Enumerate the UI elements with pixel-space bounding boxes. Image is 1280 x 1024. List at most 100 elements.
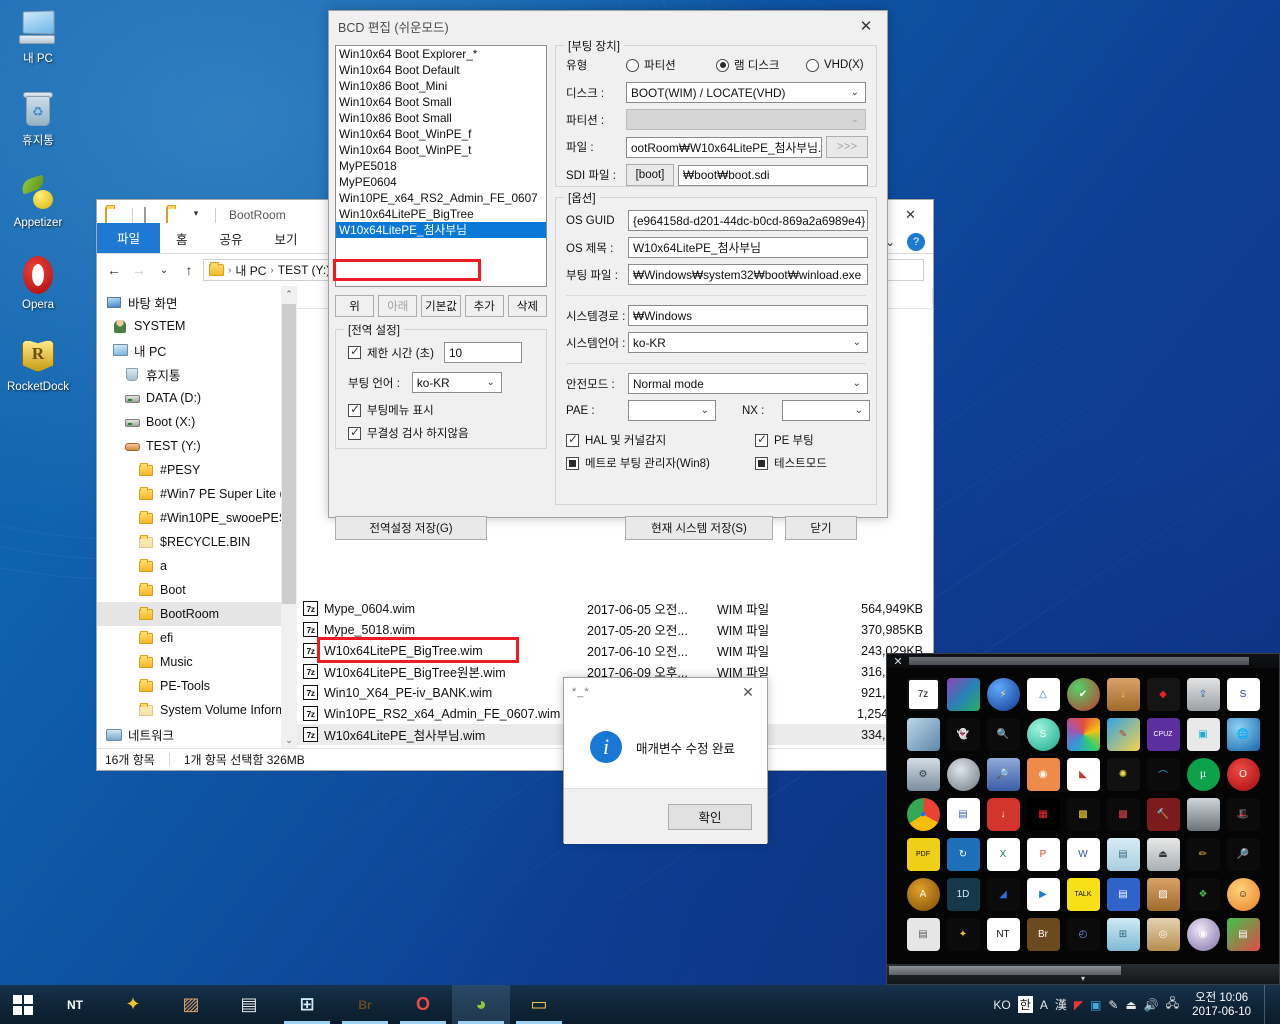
- drive-backup-icon[interactable]: ⇪: [1186, 677, 1220, 711]
- monitor-icon[interactable]: ▣: [1186, 717, 1220, 751]
- desktop-icon-opera[interactable]: Opera: [0, 254, 76, 312]
- sdi-file-input[interactable]: ₩boot₩boot.sdi: [678, 164, 868, 186]
- boot-entry-item[interactable]: Win10x64 Boot Small: [336, 94, 546, 110]
- safe-mode-select[interactable]: Normal mode ⌄: [628, 373, 868, 394]
- s-tool-icon[interactable]: S: [1226, 677, 1260, 711]
- word-icon[interactable]: W: [1066, 837, 1100, 871]
- spreadsheet-list-icon[interactable]: ▤: [946, 797, 980, 831]
- floppy-icon[interactable]: ▤: [906, 917, 940, 951]
- taskbar-magic-wand[interactable]: ✦: [104, 985, 162, 1024]
- breadcrumb-item-my-pc[interactable]: 내 PC: [235, 262, 266, 279]
- yellow-blocks-icon[interactable]: ▩: [1066, 797, 1100, 831]
- boot-entry-item[interactable]: MyPE5018: [336, 158, 546, 174]
- start-button[interactable]: [0, 985, 46, 1024]
- close-icon[interactable]: ✕: [845, 11, 887, 41]
- disk-select[interactable]: BOOT(WIM) / LOCATE(VHD) ⌄: [626, 82, 866, 103]
- taskbar-winntsetup[interactable]: ⊞: [278, 985, 336, 1024]
- tree-item[interactable]: SYSTEM: [97, 314, 297, 338]
- usb-safely-remove-icon[interactable]: ⏏: [1146, 837, 1180, 871]
- play-icon[interactable]: ▶: [1026, 877, 1060, 911]
- pdf-icon[interactable]: PDF: [906, 837, 940, 871]
- desktop-icon-rocketdock[interactable]: R RocketDock: [0, 336, 76, 394]
- dock-title-bar[interactable]: ✕: [887, 654, 1279, 668]
- aladin-icon[interactable]: ↻: [946, 837, 980, 871]
- explorer-window-buttons[interactable]: ✕: [888, 200, 933, 230]
- tree-item[interactable]: DATA (D:): [97, 386, 297, 410]
- recent-locations-button[interactable]: ⌄: [153, 259, 175, 281]
- up-button[interactable]: ↑: [178, 259, 200, 281]
- boot-entry-item[interactable]: Win10x64 Boot Explorer_*: [336, 46, 546, 62]
- download-icon[interactable]: ↓: [986, 797, 1020, 831]
- bcd-title-bar[interactable]: BCD 편집 (쉬운모드) ✕: [329, 11, 887, 41]
- penrose-icon[interactable]: △: [1026, 677, 1060, 711]
- delete-entry-button[interactable]: 삭제: [507, 295, 548, 317]
- test-mode-checkbox[interactable]: [755, 456, 768, 470]
- back-button[interactable]: ←: [103, 259, 125, 281]
- swoosh-icon[interactable]: ⌒: [1146, 757, 1180, 791]
- opera-icon[interactable]: O: [1226, 757, 1260, 791]
- system-path-input[interactable]: ₩Windows: [628, 305, 868, 326]
- tray-color-monitor[interactable]: ▣: [1090, 998, 1101, 1012]
- help-icon[interactable]: ?: [907, 233, 925, 251]
- save-global-button[interactable]: 전역설정 저장(G): [335, 516, 487, 540]
- globe-monitor-icon[interactable]: 🌐: [1226, 717, 1260, 751]
- tray-network[interactable]: 🖧: [1166, 994, 1179, 1015]
- no-integrity-checks-checkbox[interactable]: [348, 425, 361, 440]
- table-row[interactable]: 7z Mype_0604.wim 2017-06-05 오전... WIM 파일 564…: [297, 598, 933, 619]
- desktop-icon-recycle-bin[interactable]: ♻ 휴지통: [0, 90, 76, 148]
- nx-select[interactable]: ⌄: [782, 400, 870, 421]
- tree-item[interactable]: 바탕 화면: [97, 290, 297, 314]
- scrollbar-thumb[interactable]: [282, 304, 296, 604]
- system-language-select[interactable]: ko-KR ⌄: [628, 332, 868, 353]
- os-title-input[interactable]: W10x64LitePE_첨사부님: [628, 237, 868, 258]
- message-box-dialog[interactable]: *_* ✕ i 매개변수 수정 완료 확인: [563, 677, 768, 844]
- timeout-checkbox[interactable]: [348, 344, 361, 359]
- taskbar-appetizer[interactable]: ◕: [452, 985, 510, 1024]
- close-icon[interactable]: ✕: [888, 200, 933, 230]
- desktop[interactable]: 내 PC ♻ 휴지통 Appetizer Opera R RocketDock: [0, 0, 1280, 1024]
- tray-usb-eject[interactable]: ⏏: [1125, 998, 1136, 1012]
- red-diamond-icon[interactable]: ◆: [1146, 677, 1180, 711]
- boot-file-input[interactable]: ₩Windows₩system32₩boot₩winload.exe: [628, 264, 868, 285]
- laptop-gear-icon[interactable]: ⚙: [906, 757, 940, 791]
- paint-icon[interactable]: ✎: [1106, 717, 1140, 751]
- tree-item[interactable]: $RECYCLE.BIN: [97, 530, 297, 554]
- close-button[interactable]: 닫기: [785, 516, 857, 540]
- sdi-boot-button[interactable]: [boot]: [626, 164, 674, 186]
- floppy-save-icon[interactable]: ▤: [1106, 877, 1140, 911]
- tree-item[interactable]: #Win7 PE Super Lite (5: [97, 482, 297, 506]
- cpuz-icon[interactable]: CPUZ: [1146, 717, 1180, 751]
- boot-entry-item[interactable]: MyPE0604: [336, 174, 546, 190]
- tray-volume[interactable]: 🔊: [1144, 998, 1159, 1012]
- boot-entry-item[interactable]: Win10x86 Boot Small: [336, 110, 546, 126]
- defrag-pie-icon[interactable]: ◴: [1066, 917, 1100, 951]
- tree-item[interactable]: #Win10PE_swooePES: [97, 506, 297, 530]
- taskbar-ntpwedit[interactable]: NT: [46, 985, 104, 1024]
- tree-item[interactable]: 휴지통: [97, 362, 297, 386]
- usb-stick-icon[interactable]: [1186, 797, 1220, 831]
- tray-red-triangle[interactable]: ◤: [1074, 998, 1083, 1012]
- tab-file[interactable]: 파일: [97, 223, 161, 253]
- dock-icon-grid[interactable]: 7z ⚡ △ ✔ ↓ ◆ ⇪ S 👻 🔍 S ✎ CPUZ ▣ 🌐 ⚙ 🔎 ◉ ◣ ✺ ⌒ µ O ● ▤ ↓ ▦ ▩ ▩ 🔨 🎩 PDF ↻ X…: [887, 668, 1279, 954]
- bcd-editor-dialog[interactable]: BCD 편집 (쉬운모드) ✕ Win10x64 Boot Explorer_*…: [328, 10, 888, 540]
- magic-hat-icon[interactable]: 🎩: [1226, 797, 1260, 831]
- boot-entry-list[interactable]: Win10x64 Boot Explorer_* Win10x64 Boot De…: [335, 45, 547, 287]
- taskbar-opera[interactable]: O: [394, 985, 452, 1024]
- hammer-red-icon[interactable]: 🔨: [1146, 797, 1180, 831]
- tree-item[interactable]: BootRoom: [97, 602, 297, 626]
- boot-entry-item[interactable]: Win10x86 Boot_Mini: [336, 78, 546, 94]
- launcher-dock-panel[interactable]: ✕ 7z ⚡ △ ✔ ↓ ◆ ⇪ S 👻 🔍 S ✎ CPUZ ▣ 🌐 ⚙ 🔎 ◉ ◣ ✺ ⌒ µ O ● ▤ ↓ ▦ ▩ ▩ 🔨 🎩 PDF…: [886, 653, 1280, 985]
- red-grid-icon[interactable]: ▦: [1026, 797, 1060, 831]
- tree-item[interactable]: TEST (Y:): [97, 434, 297, 458]
- pe-boot-checkbox[interactable]: [755, 432, 768, 447]
- quick-access-toolbar[interactable]: ▾: [105, 207, 221, 223]
- move-up-button[interactable]: 위: [335, 295, 375, 317]
- move-down-button[interactable]: 아래: [378, 295, 418, 317]
- idm-icon[interactable]: ⚡: [986, 677, 1020, 711]
- tree-item[interactable]: 내 PC: [97, 338, 297, 362]
- save-current-system-button[interactable]: 현재 시스템 저장(S): [625, 516, 773, 540]
- nt-key-icon[interactable]: NT: [986, 917, 1020, 951]
- metro-boot-manager-checkbox[interactable]: [566, 456, 579, 470]
- toolbox-icon[interactable]: ▨: [1146, 877, 1180, 911]
- input-alpha[interactable]: A: [1040, 998, 1048, 1012]
